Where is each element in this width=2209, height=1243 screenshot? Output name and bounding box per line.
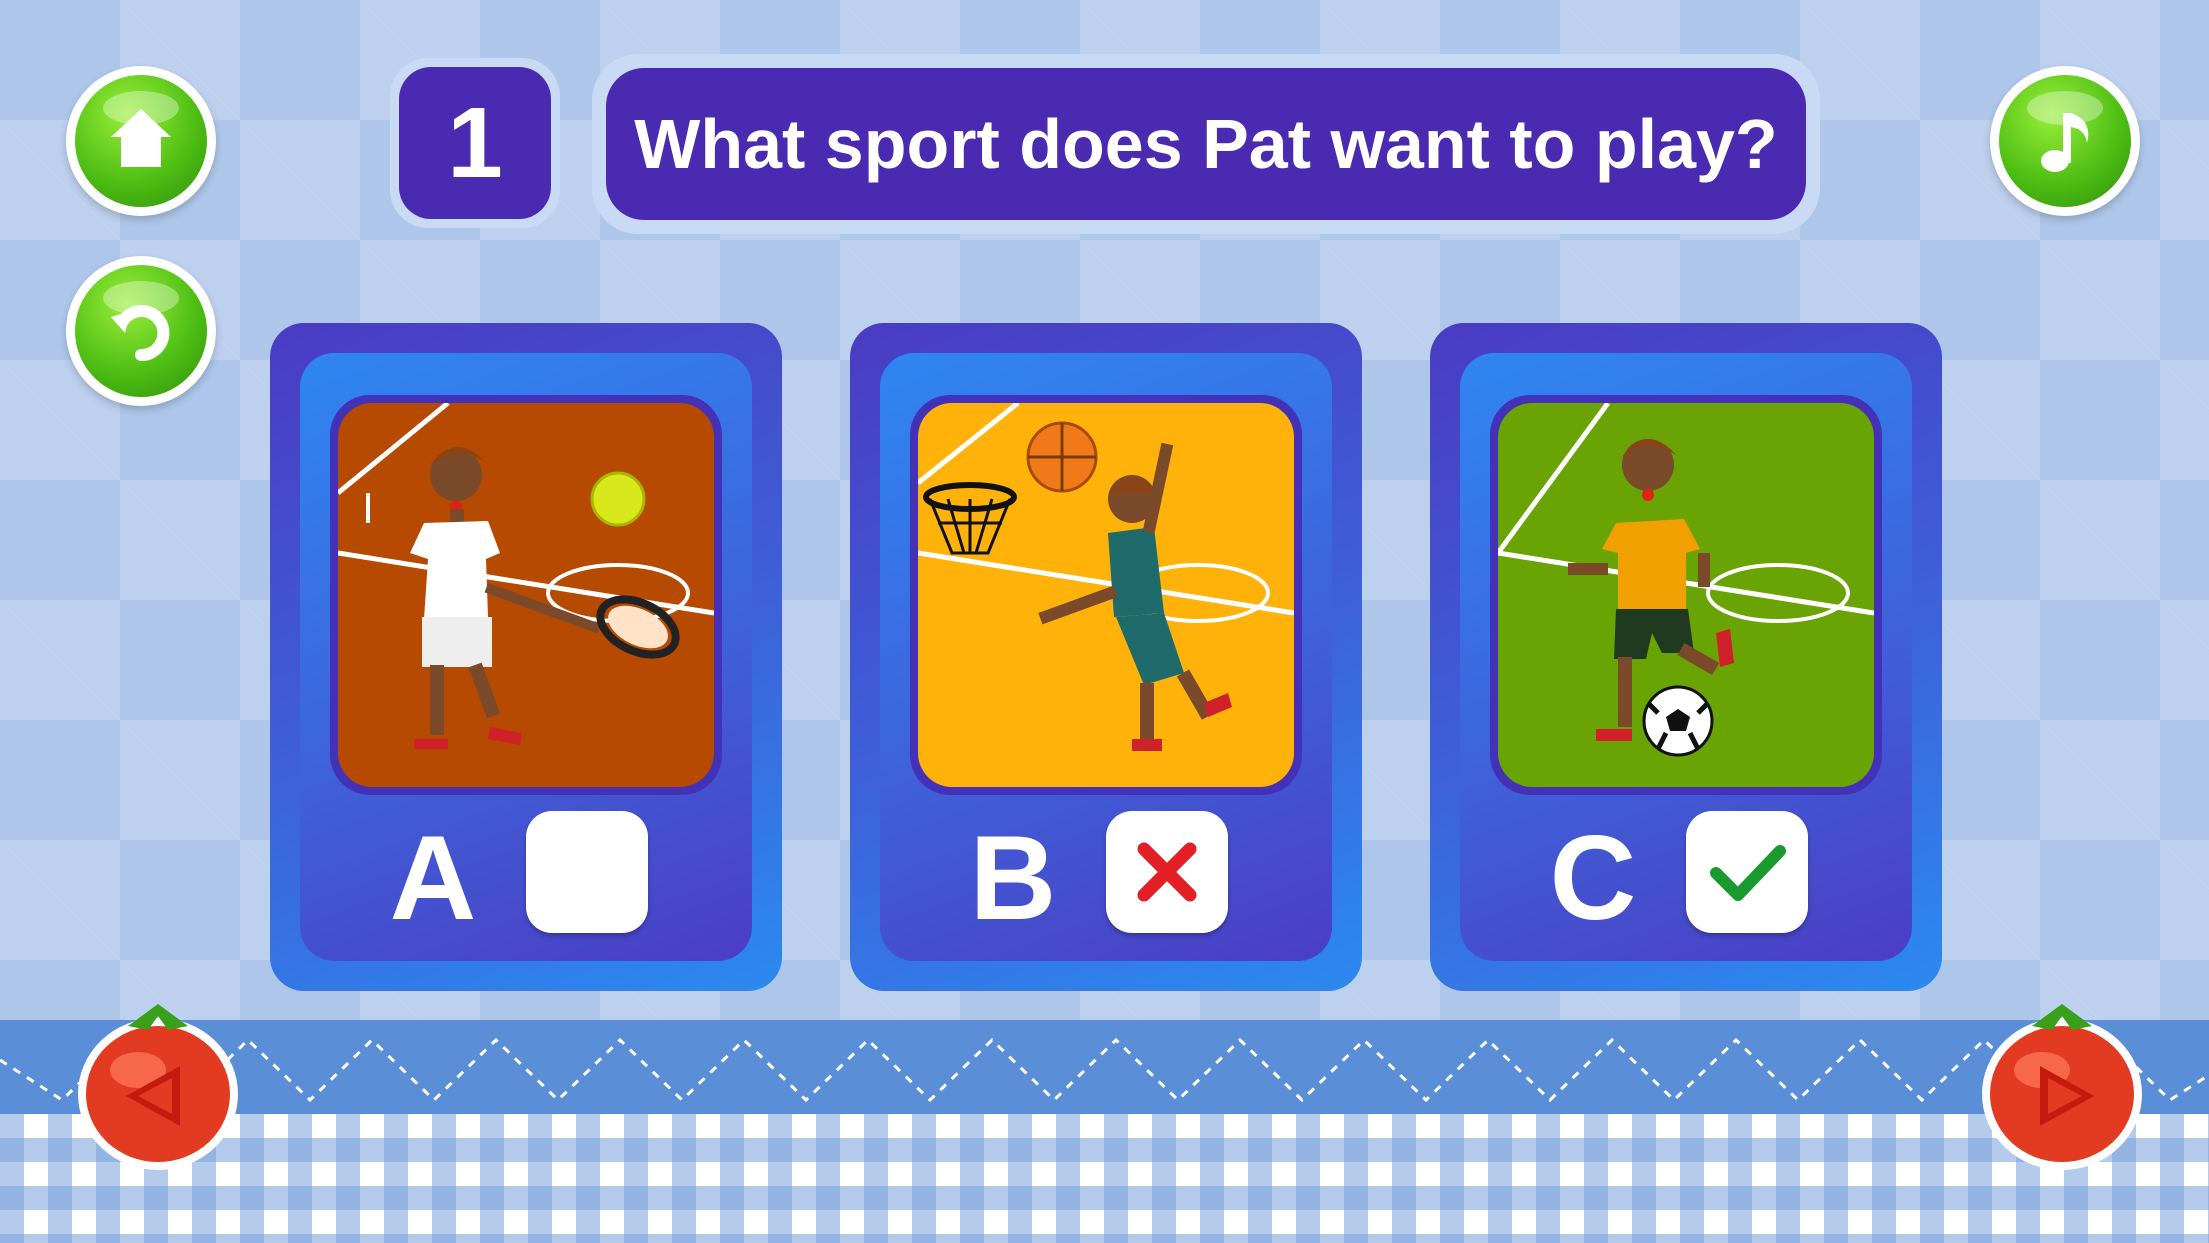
checkmark-icon [1710,845,1786,901]
home-button[interactable] [66,66,216,216]
option-letter: A [389,811,477,945]
tennis-picture [338,403,714,787]
option-card-a[interactable]: A [270,323,782,991]
previous-button[interactable] [68,990,248,1180]
picture-frame [910,395,1302,795]
soccer-picture [1498,403,1874,787]
answer-checkbox-correct[interactable] [1686,811,1808,933]
question-number: 1 [399,67,551,219]
music-button[interactable] [1990,66,2140,216]
replay-icon [111,305,170,362]
option-letter: C [1549,811,1637,945]
option-card-c[interactable]: C [1430,323,1942,991]
picture-frame [1490,395,1882,795]
basketball-picture [918,403,1294,787]
next-button[interactable] [1972,990,2152,1180]
gingham-floor [0,1114,2209,1243]
next-arrow-icon [1982,1004,2142,1170]
question-text: What sport does Pat want to play? [606,68,1806,220]
question-banner: What sport does Pat want to play? [592,54,1820,234]
replay-button[interactable] [66,256,216,406]
option-card-b[interactable]: B [850,323,1362,991]
option-letter: B [969,811,1057,945]
wrong-x-icon [1137,842,1197,902]
question-number-badge: 1 [390,58,560,228]
decorative-band [0,1020,2209,1114]
music-note-icon [2041,113,2089,172]
previous-arrow-icon [78,1004,238,1170]
home-icon [111,109,171,167]
answer-checkbox-wrong[interactable] [1106,811,1228,933]
picture-frame [330,395,722,795]
answer-checkbox-empty[interactable] [526,811,648,933]
